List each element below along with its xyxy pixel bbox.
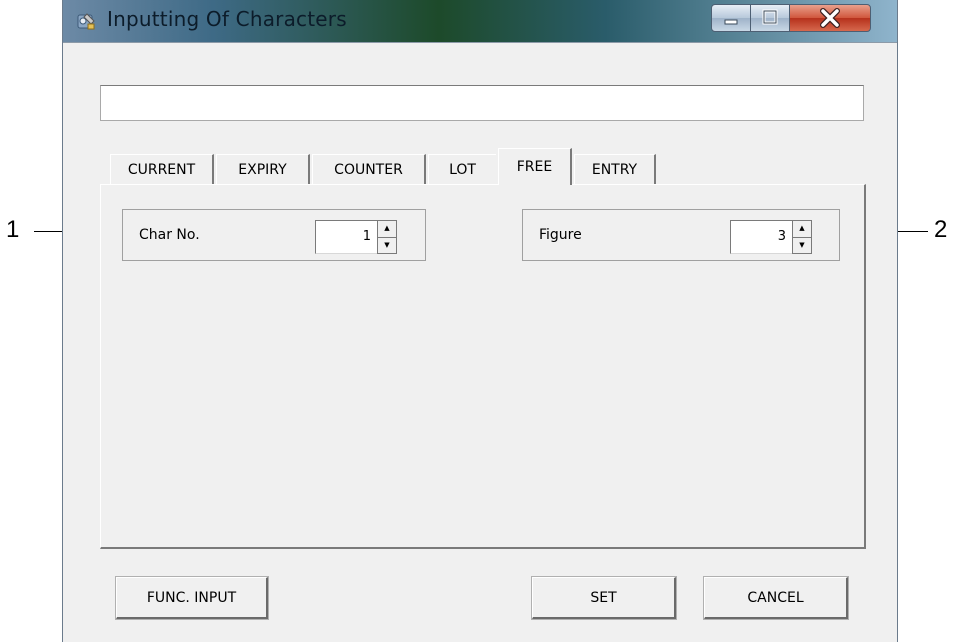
- minimize-icon: [724, 19, 738, 25]
- close-button[interactable]: [789, 4, 871, 32]
- set-button[interactable]: SET: [531, 576, 677, 620]
- char-no-spinner[interactable]: 1 ▲ ▼: [315, 220, 397, 254]
- spin-down-icon[interactable]: ▼: [378, 238, 396, 254]
- tab-counter[interactable]: COUNTER: [312, 154, 426, 184]
- figure-group: Figure 3 ▲ ▼: [522, 209, 840, 261]
- close-icon: [820, 8, 840, 28]
- char-no-value[interactable]: 1: [315, 220, 377, 254]
- tab-entry[interactable]: ENTRY: [574, 154, 656, 184]
- char-no-spin-arrows: ▲ ▼: [377, 220, 397, 254]
- char-no-label: Char No.: [139, 227, 200, 243]
- tab-free[interactable]: FREE: [498, 148, 572, 185]
- tab-expiry[interactable]: EXPIRY: [216, 154, 310, 184]
- func-input-button[interactable]: FUNC. INPUT: [115, 576, 269, 620]
- figure-value[interactable]: 3: [730, 220, 792, 254]
- window-title: Inputting Of Characters: [107, 7, 347, 31]
- figure-spinner[interactable]: 3 ▲ ▼: [730, 220, 812, 254]
- callout-2: 2: [934, 216, 948, 243]
- figure-label: Figure: [539, 227, 582, 243]
- title-bar[interactable]: Inputting Of Characters: [63, 0, 897, 43]
- maximize-button[interactable]: [750, 4, 790, 32]
- figure-spin-arrows: ▲ ▼: [792, 220, 812, 254]
- minimize-button[interactable]: [711, 4, 751, 32]
- tab-lot[interactable]: LOT: [428, 154, 496, 184]
- character-text-input[interactable]: [100, 85, 864, 121]
- char-no-group: Char No. 1 ▲ ▼: [122, 209, 426, 261]
- cancel-button[interactable]: CANCEL: [703, 576, 849, 620]
- tab-current[interactable]: CURRENT: [110, 154, 214, 184]
- maximize-icon: [762, 9, 778, 25]
- spin-up-icon[interactable]: ▲: [793, 221, 811, 238]
- callout-1: 1: [6, 216, 20, 243]
- spin-up-icon[interactable]: ▲: [378, 221, 396, 238]
- spin-down-icon[interactable]: ▼: [793, 238, 811, 254]
- app-tools-icon: [77, 13, 95, 30]
